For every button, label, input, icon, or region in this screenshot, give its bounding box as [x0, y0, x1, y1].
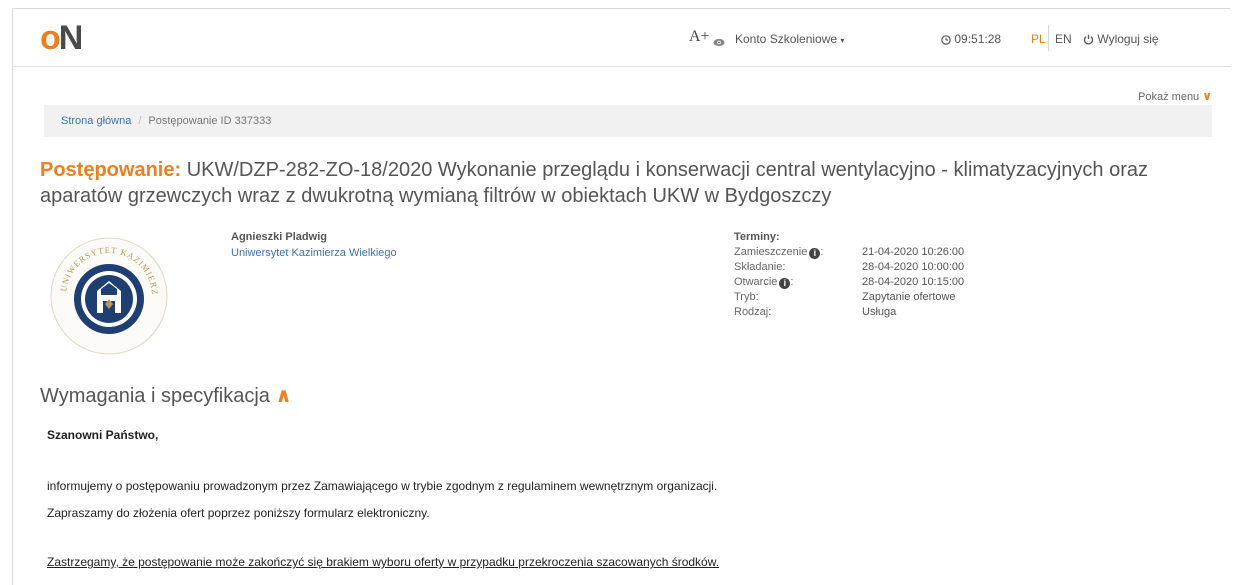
- tender-title-lead: Postępowanie:: [40, 159, 182, 181]
- page-frame: oN A+ Konto Szkoleniowe ▾ 09:51:28 PL EN…: [12, 8, 1231, 585]
- breadcrumb-home-link[interactable]: Strona główna: [61, 115, 131, 127]
- info-icon[interactable]: i: [779, 278, 791, 289]
- show-menu-toggle[interactable]: Pokaż menu ∨: [1138, 89, 1212, 103]
- logout-link[interactable]: Wyloguj się: [1083, 31, 1159, 47]
- organization-link[interactable]: Uniwersytet Kazimierza Wielkiego: [231, 247, 397, 259]
- greeting-text: Szanowni Państwo,: [47, 428, 159, 442]
- show-menu-label: Pokaż menu: [1138, 91, 1200, 103]
- account-label: Konto Szkoleniowe: [735, 32, 838, 46]
- chevron-down-icon: ∨: [1202, 89, 1212, 103]
- session-clock: 09:51:28: [941, 31, 1001, 47]
- power-icon: [1083, 34, 1094, 45]
- caret-down-icon: ▾: [840, 36, 845, 45]
- logout-label: Wyloguj się: [1097, 32, 1159, 46]
- lang-en-link[interactable]: EN: [1055, 31, 1072, 47]
- terms-label: Składanie:: [734, 261, 786, 273]
- eye-icon[interactable]: [713, 33, 725, 47]
- terms-table: Zamieszczenie i: 21-04-2020 10:26:00 Skła…: [734, 245, 964, 320]
- requirements-heading: Wymagania i specyfikacja: [40, 385, 270, 407]
- breadcrumb-current: Postępowanie ID 337333: [148, 115, 272, 127]
- university-emblem: UNIWERSYTET KAZIMIERZA WIELKIEGO: [43, 221, 170, 363]
- chevron-up-icon: ∧: [275, 385, 292, 407]
- terms-label: Rodzaj:: [734, 306, 772, 318]
- terms-value: 28-04-2020 10:00:00: [862, 261, 965, 273]
- clock-icon: [941, 35, 951, 45]
- terms-value: Zapytanie ofertowe: [862, 291, 956, 303]
- font-size-button[interactable]: A+: [689, 29, 710, 45]
- lang-pl-link[interactable]: PL: [1031, 31, 1046, 47]
- terms-row: Składanie: 28-04-2020 10:00:00: [734, 260, 964, 275]
- contact-person: Agnieszki Pladwig: [231, 231, 327, 243]
- terms-panel: Terminy: Zamieszczenie i: 21-04-2020 10:2…: [734, 231, 964, 320]
- top-header: oN A+ Konto Szkoleniowe ▾ 09:51:28 PL EN…: [13, 9, 1231, 67]
- reservation-notice: Zastrzegamy, że postępowanie może zakońc…: [47, 555, 720, 569]
- tender-title-text: UKW/DZP-282-ZO-18/2020 Wykonanie przeglą…: [40, 159, 1149, 207]
- invitation-paragraph: Zapraszamy do złożenia ofert poprzez pon…: [47, 506, 430, 520]
- terms-label: Otwarcie: [734, 276, 778, 288]
- terms-label: Zamieszczenie: [734, 246, 808, 258]
- terms-row: Tryb: Zapytanie ofertowe: [734, 290, 964, 305]
- terms-label: Tryb:: [734, 291, 759, 303]
- terms-row: Otwarcie i: 28-04-2020 10:15:00: [734, 276, 965, 289]
- terms-row: Zamieszczenie i: 21-04-2020 10:26:00: [734, 246, 965, 259]
- requirements-toggle[interactable]: Wymagania i specyfikacja ∧: [40, 384, 292, 408]
- lang-divider: [1048, 25, 1049, 51]
- terms-value: 28-04-2020 10:15:00: [862, 276, 965, 288]
- info-icon[interactable]: i: [809, 248, 821, 259]
- breadcrumb-separator: /: [138, 115, 142, 127]
- terms-row: Rodzaj: Usługa: [734, 305, 964, 320]
- app-logo[interactable]: oN: [40, 18, 83, 58]
- account-dropdown[interactable]: Konto Szkoleniowe ▾: [735, 31, 844, 49]
- breadcrumb: Strona główna / Postępowanie ID 337333: [44, 105, 1212, 137]
- terms-value: Usługa: [862, 306, 897, 318]
- tender-title: Postępowanie: UKW/DZP-282-ZO-18/2020 Wyk…: [40, 157, 1225, 209]
- clock-time: 09:51:28: [954, 32, 1002, 46]
- terms-value: 21-04-2020 10:26:00: [862, 246, 965, 258]
- terms-heading: Terminy:: [734, 231, 780, 243]
- info-paragraph: informujemy o postępowaniu prowadzonym p…: [47, 479, 718, 493]
